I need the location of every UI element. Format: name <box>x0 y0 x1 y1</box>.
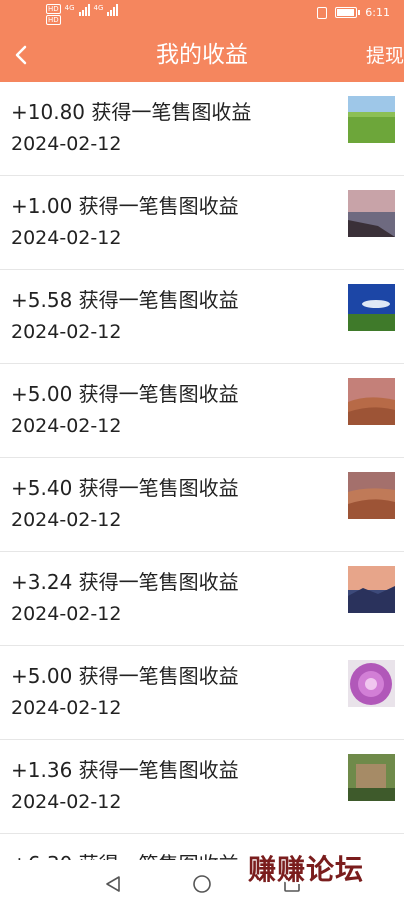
status-right: 6:11 <box>317 6 390 19</box>
app-header: HD HD 4G 4G 6:11 我的收益 提现 <box>0 0 404 82</box>
nav-home-icon[interactable] <box>192 874 212 898</box>
earning-date: 2024-02-12 <box>11 697 122 719</box>
earning-date: 2024-02-12 <box>11 603 122 625</box>
earning-date: 2024-02-12 <box>11 509 122 531</box>
earning-title: +1.00 获得一笔售图收益 <box>11 194 239 218</box>
earning-title: +6.30 获得一笔售图收益 <box>11 850 239 860</box>
earning-title: +5.00 获得一笔售图收益 <box>11 382 239 406</box>
earning-date: 2024-02-12 <box>11 415 122 437</box>
thumbnail-mountain-sunset[interactable] <box>348 566 395 613</box>
network-type: 4G <box>64 4 75 12</box>
vibrate-icon <box>317 6 328 19</box>
signal-icon <box>78 4 90 16</box>
earning-title: +5.58 获得一笔售图收益 <box>11 288 239 312</box>
list-item[interactable]: +5.58 获得一笔售图收益 2024-02-12 <box>0 270 404 364</box>
list-item[interactable]: +5.00 获得一笔售图收益 2024-02-12 <box>0 364 404 458</box>
watermark-text: 赚赚论坛 <box>248 853 365 886</box>
earning-date: 2024-02-12 <box>11 791 122 813</box>
earning-title: +1.36 获得一笔售图收益 <box>11 758 239 782</box>
status-bar: HD HD 4G 4G 6:11 <box>0 0 404 30</box>
thumbnail-desert-dunes[interactable] <box>348 378 395 425</box>
earning-date: 2024-02-12 <box>11 227 122 249</box>
hd-badge-2: HD <box>46 15 61 25</box>
thumbnail-desert-dunes-2[interactable] <box>348 472 395 519</box>
earning-title: +10.80 获得一笔售图收益 <box>11 100 252 124</box>
hd-badge: HD <box>46 4 61 14</box>
earning-date: 2024-02-12 <box>11 321 122 343</box>
earning-title: +5.00 获得一笔售图收益 <box>11 664 239 688</box>
thumbnail-blue-sky-field[interactable] <box>348 284 395 331</box>
signal-icon-2 <box>107 4 119 16</box>
page-title: 我的收益 <box>156 42 248 68</box>
list-item[interactable]: +1.36 获得一笔售图收益 2024-02-12 <box>0 740 404 834</box>
earning-title: +5.40 获得一笔售图收益 <box>11 476 239 500</box>
nav-back-icon[interactable] <box>103 874 123 898</box>
thumbnail-purple-flower[interactable] <box>348 660 395 707</box>
earning-title: +3.24 获得一笔售图收益 <box>11 570 239 594</box>
list-item[interactable]: +5.00 获得一笔售图收益 2024-02-12 <box>0 646 404 740</box>
withdraw-button[interactable]: 提现 <box>366 42 404 70</box>
thumbnail-seaside-dusk[interactable] <box>348 190 395 237</box>
list-item[interactable]: +3.24 获得一笔售图收益 2024-02-12 <box>0 552 404 646</box>
list-item[interactable]: +1.00 获得一笔售图收益 2024-02-12 <box>0 176 404 270</box>
battery-icon <box>335 7 361 18</box>
network-type-2: 4G <box>93 4 104 12</box>
thumbnail-forest-cliff[interactable] <box>348 754 395 801</box>
status-left: HD HD 4G 4G <box>46 4 119 25</box>
earning-date: 2024-02-12 <box>11 133 122 155</box>
list-item[interactable]: +10.80 获得一笔售图收益 2024-02-12 <box>0 82 404 176</box>
earnings-list[interactable]: +10.80 获得一笔售图收益 2024-02-12 +1.00 获得一笔售图收… <box>0 82 404 860</box>
clock: 6:11 <box>365 6 390 19</box>
thumbnail-grassland[interactable] <box>348 96 395 143</box>
list-item[interactable]: +5.40 获得一笔售图收益 2024-02-12 <box>0 458 404 552</box>
